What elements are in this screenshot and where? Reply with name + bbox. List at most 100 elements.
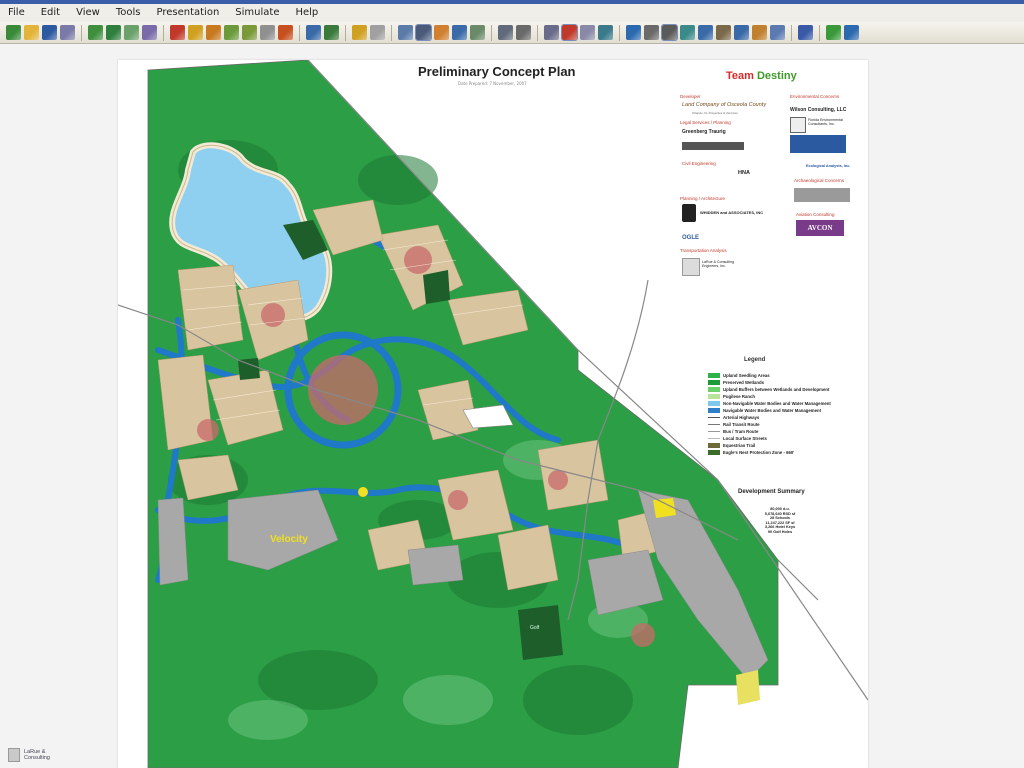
- aviation-heading: Aviation Consulting: [796, 212, 835, 217]
- toolbar-separator: [81, 24, 82, 41]
- legend-label: Non-Navigable Water Bodies and Water Man…: [723, 401, 831, 406]
- menu-bar: File Edit View Tools Presentation Simulate Hel…: [0, 4, 1024, 22]
- archaeological-logo: [794, 188, 850, 202]
- avcon-text: AVCON: [807, 224, 833, 232]
- align-icon[interactable]: [716, 25, 731, 40]
- legend-row: Upland Seedling Areas: [708, 372, 868, 379]
- concept-plan-document[interactable]: Velocity Golf Preliminary Concept Plan D…: [118, 60, 868, 768]
- record-icon[interactable]: [278, 25, 293, 40]
- tree-icon[interactable]: [170, 25, 185, 40]
- menu-tools[interactable]: Tools: [108, 4, 149, 22]
- toolbar-separator: [299, 24, 300, 41]
- corner-logo-text: LaRue & Consulting: [24, 749, 50, 761]
- camera-icon[interactable]: [306, 25, 321, 40]
- shape2-icon[interactable]: [106, 25, 121, 40]
- wilson-sub: Florida Environmental Consultants, Inc.: [808, 118, 843, 126]
- legend-label: Equestrian Trail: [723, 443, 756, 448]
- leaf-icon[interactable]: [826, 25, 841, 40]
- legend-swatch: [708, 380, 720, 385]
- legend-label: Upland Buffers between Wetlands and Deve…: [723, 387, 830, 392]
- legend-label: Bus / Tram Route: [723, 429, 759, 434]
- house-icon[interactable]: [698, 25, 713, 40]
- page-icon[interactable]: [260, 25, 275, 40]
- orbit-icon[interactable]: [680, 25, 695, 40]
- menu-presentation[interactable]: Presentation: [148, 4, 227, 22]
- land-company-sub: Orlando, FL Properties & Ventures: [692, 111, 738, 115]
- legend-row: Equestrian Trail: [708, 442, 868, 449]
- legend-row: Arterial Highways: [708, 414, 868, 421]
- shape-icon[interactable]: [88, 25, 103, 40]
- yellow-parcel-south: [736, 670, 760, 705]
- environmental-heading: Environmental Concerns: [790, 94, 840, 99]
- legal-heading: Legal Services / Planning: [680, 120, 731, 125]
- zoom-icon[interactable]: [188, 25, 203, 40]
- grid-icon[interactable]: [370, 25, 385, 40]
- doc-icon[interactable]: [770, 25, 785, 40]
- legend-label: Arterial Highways: [723, 415, 760, 420]
- legend-row: Rail Transit Route: [708, 421, 868, 428]
- plan-date: Date Prepared: 7 November, 2007: [458, 81, 527, 86]
- menu-file[interactable]: File: [0, 4, 33, 22]
- export-icon[interactable]: [60, 25, 75, 40]
- legend-row: Upland Buffers between Wetlands and Deve…: [708, 386, 868, 393]
- yellow-parcel: [653, 498, 676, 518]
- globe-icon[interactable]: [452, 25, 467, 40]
- eraser-icon[interactable]: [580, 25, 595, 40]
- legend-swatch: [708, 401, 720, 406]
- legend-row: Pugilese Ranch: [708, 393, 868, 400]
- menu-simulate[interactable]: Simulate: [227, 4, 287, 22]
- legend-swatch: [708, 431, 720, 432]
- menu-edit[interactable]: Edit: [33, 4, 68, 22]
- menu-help[interactable]: Help: [287, 4, 326, 22]
- legend-label: Preserved Wetlands: [723, 380, 764, 385]
- person-icon[interactable]: [734, 25, 749, 40]
- rotate-icon[interactable]: [561, 24, 578, 41]
- toolbar-separator: [819, 24, 820, 41]
- model-icon[interactable]: [324, 25, 339, 40]
- yellow-landmark: [358, 487, 368, 497]
- menu-view[interactable]: View: [68, 4, 108, 22]
- help-icon[interactable]: [352, 25, 367, 40]
- wilson-emblem: [790, 117, 806, 133]
- whidden-emblem: [682, 204, 696, 222]
- paint-icon[interactable]: [752, 25, 767, 40]
- settings-icon[interactable]: [544, 25, 559, 40]
- legend-swatch: [708, 387, 720, 392]
- terrain-icon[interactable]: [242, 25, 257, 40]
- cube-icon[interactable]: [626, 25, 641, 40]
- hand-icon[interactable]: [661, 24, 678, 41]
- pin-icon[interactable]: [206, 25, 221, 40]
- legend-swatch: [708, 450, 720, 455]
- road-icon[interactable]: [224, 25, 239, 40]
- transport-firm: LaRue & Consulting Engineers, Inc.: [702, 260, 734, 268]
- save-icon[interactable]: [42, 25, 57, 40]
- stack-icon[interactable]: [644, 25, 659, 40]
- toolbar-separator: [391, 24, 392, 41]
- legend: Upland Seedling Areas Preserved Wetlands U…: [708, 372, 868, 456]
- image-icon[interactable]: [470, 25, 485, 40]
- velocity-label: Velocity: [270, 534, 308, 545]
- toolbar-separator: [491, 24, 492, 41]
- object-icon[interactable]: [142, 25, 157, 40]
- layer-icon[interactable]: [124, 25, 139, 40]
- copy-icon[interactable]: [598, 25, 613, 40]
- vehicle-icon[interactable]: [516, 25, 531, 40]
- wilson-logo: Wilson Consulting, LLC: [790, 107, 847, 113]
- table-icon[interactable]: [415, 24, 432, 41]
- corner-logo-emblem: [8, 748, 20, 762]
- legend-row: Navigable Water Bodies and Water Managem…: [708, 407, 868, 414]
- greenberg-logo: Greenberg Traurig: [682, 129, 726, 135]
- toolbar-separator: [345, 24, 346, 41]
- road-tool-icon[interactable]: [498, 25, 513, 40]
- new-icon[interactable]: [6, 25, 21, 40]
- tools-icon[interactable]: [434, 25, 449, 40]
- whidden-logo: WHIDDEN and ASSOCIATES, INC: [700, 210, 764, 215]
- info-icon[interactable]: [798, 25, 813, 40]
- globe2-icon[interactable]: [844, 25, 859, 40]
- open-icon[interactable]: [24, 25, 39, 40]
- transport-emblem: [682, 258, 700, 276]
- legend-row: Eagle's Nest Protection Zone - 660': [708, 449, 868, 456]
- edit-icon[interactable]: [398, 25, 413, 40]
- development-summary-line: 90 Golf Holes: [767, 529, 793, 534]
- legend-row: Local Surface Streets: [708, 435, 868, 442]
